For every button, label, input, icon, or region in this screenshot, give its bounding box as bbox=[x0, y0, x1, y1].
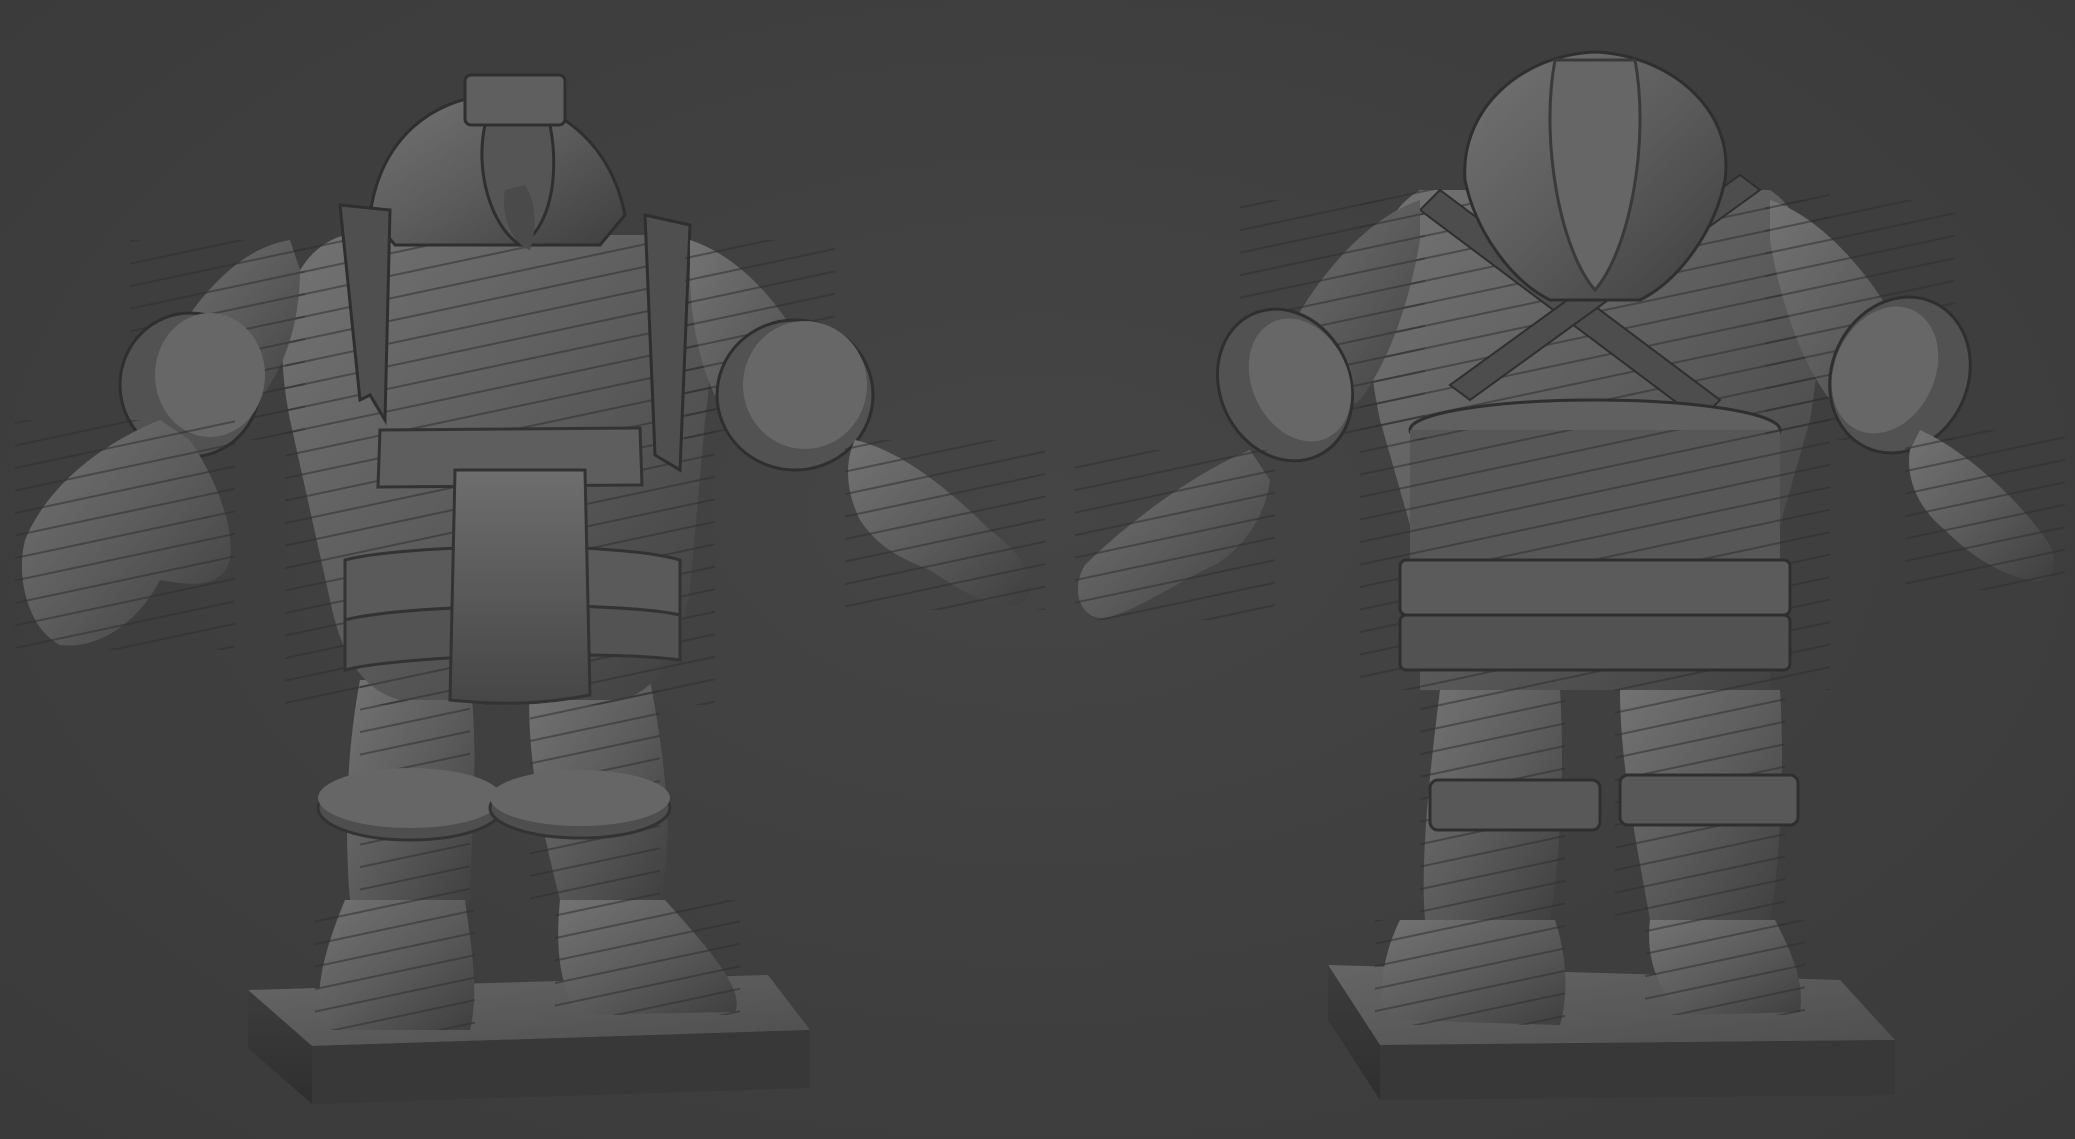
sculpt-viewport[interactable] bbox=[0, 0, 2075, 1139]
front-view-figure bbox=[15, 73, 1045, 1104]
sculpt-render bbox=[15, 50, 2065, 1104]
front-legs bbox=[315, 680, 740, 1030]
front-head bbox=[368, 73, 627, 250]
back-view-figure bbox=[1075, 50, 2065, 1100]
back-head bbox=[1463, 50, 1728, 302]
front-left-arm bbox=[15, 240, 305, 650]
front-right-arm bbox=[685, 240, 1045, 610]
